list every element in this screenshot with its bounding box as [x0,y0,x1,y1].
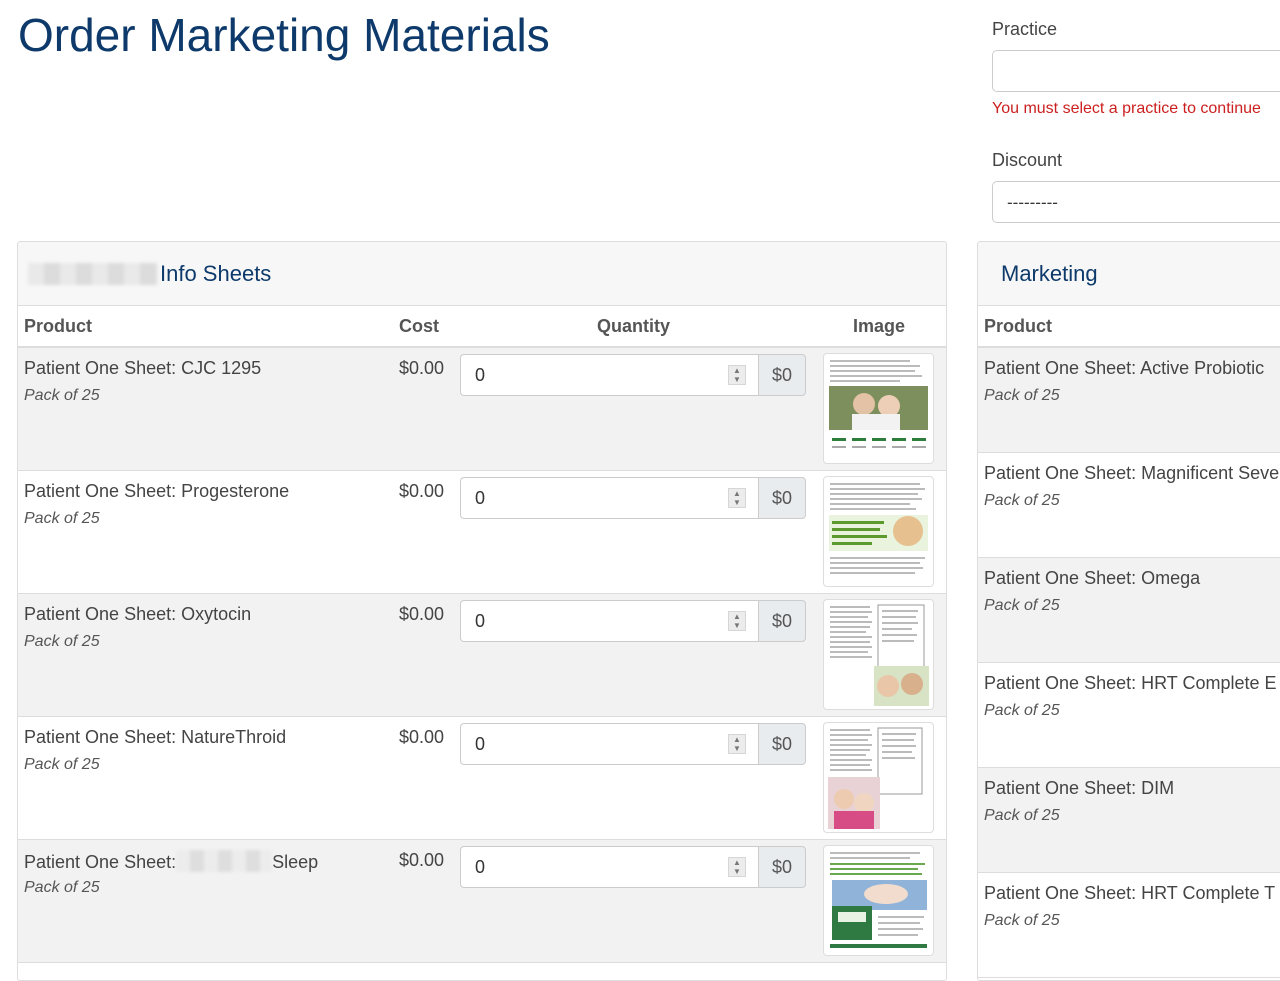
product-cost: $0.00 [399,727,445,747]
product-name-prefix: Patient One Sheet: [24,852,177,872]
product-pack: Pack of 25 [984,912,1060,929]
quantity-input[interactable] [460,723,758,765]
quantity-input[interactable] [460,354,758,396]
product-pack: Pack of 25 [984,597,1060,614]
practice-error: You must select a practice to continue [992,100,1261,117]
product-name: Patient One Sheet: HRT Complete E [984,673,1277,693]
product-thumbnail[interactable] [823,476,934,587]
table-row: Patient One Sheet: HRT Complete E Pack o… [978,663,1280,768]
product-pack: Pack of 25 [984,807,1060,824]
table-row: Patient One Sheet: HRT Complete T Pack o… [978,873,1280,978]
table-row: Patient One Sheet: Magnificent Seve Pack… [978,453,1280,558]
product-thumbnail[interactable] [823,353,934,464]
table-row: Patient One Sheet: Active Probiotic Pack… [978,348,1280,453]
table-row: Patient One Sheet: Sleep Pack of 25 $0.00… [18,840,946,963]
info-sheets-heading: Info Sheets [18,242,946,306]
number-spinner-icon[interactable]: ▲ ▼ [728,611,746,631]
page-title: Order Marketing Materials [18,9,550,61]
table-row: Patient One Sheet: Oxytocin Pack of 25 $… [18,594,946,717]
header-product: Product [984,316,1053,336]
product-pack: Pack of 25 [24,756,100,773]
product-pack: Pack of 25 [24,387,100,404]
info-sheets-panel: Info Sheets Product Cost Quantity Image … [17,241,947,981]
product-cost: $0.00 [399,604,445,624]
product-name: Patient One Sheet: DIM [984,778,1175,798]
line-total: $0 [758,846,806,888]
quantity-input[interactable] [460,477,758,519]
product-pack: Pack of 25 [984,702,1060,719]
marketing-title: Marketing [1001,260,1098,286]
product-cost: $0.00 [399,481,445,501]
product-name: Patient One Sheet: Omega [984,568,1201,588]
line-total: $0 [758,723,806,765]
line-total: $0 [758,354,806,396]
number-spinner-icon[interactable]: ▲ ▼ [728,734,746,754]
product-pack: Pack of 25 [984,492,1060,509]
marketing-heading: Marketing [978,242,1280,306]
quantity-group: ▲▼ $0 [460,600,806,642]
product-cost: $0.00 [399,358,445,378]
product-pack: Pack of 25 [984,387,1060,404]
product-name: Patient One Sheet: HRT Complete T [984,883,1276,903]
number-spinner-icon[interactable]: ▲ ▼ [728,488,746,508]
table-row: Patient One Sheet: Progesterone Pack of … [18,471,946,594]
product-cost: $0.00 [399,850,445,870]
discount-label: Discount [992,150,1063,170]
product-name: Patient One Sheet: Magnificent Seve [984,463,1280,483]
discount-select[interactable]: --------- [992,181,1280,223]
product-thumbnail[interactable] [823,599,934,710]
product-thumbnail[interactable] [823,722,934,833]
table-row: Patient One Sheet: Omega Pack of 25 [978,558,1280,663]
quantity-group: ▲▼ $0 [460,354,806,396]
product-pack: Pack of 25 [24,510,100,527]
product-name: Patient One Sheet: Oxytocin [24,604,252,624]
product-name: Patient One Sheet: Sleep [24,850,318,873]
table-row: Patient One Sheet: NatureThroid Pack of … [18,717,946,840]
product-thumbnail[interactable] [823,845,934,956]
header-image: Image [853,316,906,336]
product-name: Patient One Sheet: Active Probiotic [984,358,1265,378]
number-spinner-icon[interactable]: ▲ ▼ [728,857,746,877]
header-cost: Cost [399,316,439,336]
product-name-suffix: Sleep [272,852,319,872]
table-header: Product Cost Quantity Image [18,306,946,348]
redacted-brand [176,850,273,872]
product-pack: Pack of 25 [24,879,100,896]
marketing-panel: Marketing Product Patient One Sheet: Act… [977,241,1280,981]
product-name: Patient One Sheet: NatureThroid [24,727,287,747]
table-header: Product [978,306,1280,348]
line-total: $0 [758,600,806,642]
header-product: Product [24,316,93,336]
practice-input[interactable] [992,50,1280,92]
quantity-input[interactable] [460,846,758,888]
quantity-group: ▲▼ $0 [460,477,806,519]
info-sheets-title: Info Sheets [160,260,272,286]
table-row: Patient One Sheet: DIM Pack of 25 [978,768,1280,873]
redacted-brand [28,262,158,285]
product-name: Patient One Sheet: CJC 1295 [24,358,262,378]
product-pack: Pack of 25 [24,633,100,650]
quantity-input[interactable] [460,600,758,642]
table-row: Patient One Sheet: CJC 1295 Pack of 25 $… [18,348,946,471]
quantity-group: ▲▼ $0 [460,846,806,888]
practice-label: Practice [992,19,1058,39]
header-quantity: Quantity [597,316,671,336]
number-spinner-icon[interactable]: ▲ ▼ [728,365,746,385]
line-total: $0 [758,477,806,519]
quantity-group: ▲▼ $0 [460,723,806,765]
product-name: Patient One Sheet: Progesterone [24,481,290,501]
